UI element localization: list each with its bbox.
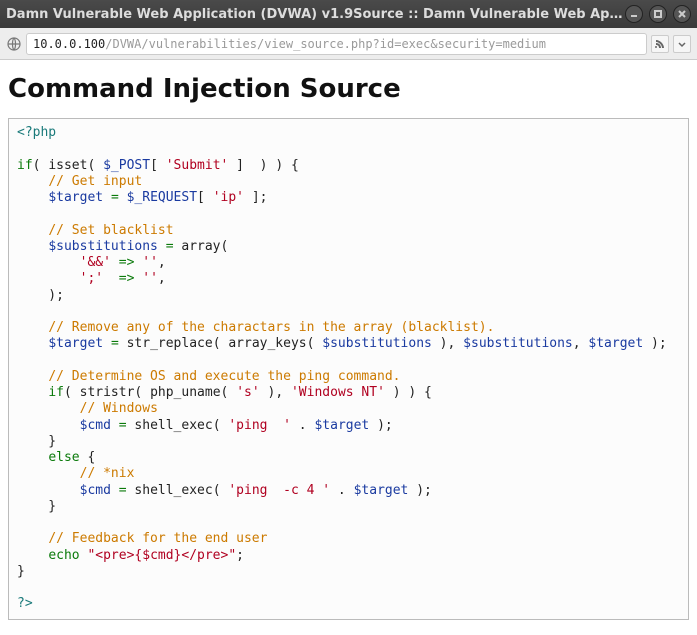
source-code-box: <?php if( isset( $_POST[ 'Submit' ] ) ) … — [8, 118, 689, 620]
var: $target — [48, 190, 103, 205]
var: $target — [314, 418, 369, 433]
comment: // Feedback for the end user — [48, 531, 267, 546]
comment: // Windows — [80, 401, 158, 416]
op: = — [119, 418, 127, 433]
op: = — [166, 239, 174, 254]
close-button[interactable] — [673, 5, 691, 23]
op: = — [111, 336, 119, 351]
fn: stristr — [80, 385, 135, 400]
var: $substitutions — [463, 336, 573, 351]
fn: str_replace — [127, 336, 213, 351]
var: $cmd — [80, 483, 111, 498]
fn: array_keys — [228, 336, 306, 351]
dropdown-icon[interactable] — [673, 35, 691, 53]
var: $substitutions — [322, 336, 432, 351]
window-title: Damn Vulnerable Web Application (DVWA) v… — [6, 7, 625, 22]
comment: // *nix — [80, 466, 135, 481]
str: 'ip' — [213, 190, 244, 205]
str: ';' — [80, 271, 103, 286]
str: '&&' — [80, 255, 111, 270]
str: 'ping ' — [228, 418, 291, 433]
comment: // Get input — [48, 174, 142, 189]
var: $target — [588, 336, 643, 351]
comment: // Set blacklist — [48, 223, 173, 238]
str: 'ping -c 4 ' — [228, 483, 330, 498]
page-title: Command Injection Source — [8, 74, 689, 104]
str: 'Windows NT' — [291, 385, 385, 400]
url-path: /DVWA/vulnerabilities/view_source.php?id… — [105, 37, 546, 51]
str: 'Submit' — [166, 158, 229, 173]
str: '' — [142, 271, 158, 286]
str: "<pre>{$cmd}</pre>" — [87, 548, 236, 563]
address-bar: 10.0.0.100/DVWA/vulnerabilities/view_sou… — [0, 28, 697, 60]
comment: // Determine OS and execute the ping com… — [48, 369, 400, 384]
window-titlebar: Damn Vulnerable Web Application (DVWA) v… — [0, 0, 697, 28]
op: => — [119, 255, 135, 270]
var: $cmd — [80, 418, 111, 433]
kw: echo — [48, 548, 79, 563]
fn: shell_exec — [134, 418, 212, 433]
fn: shell_exec — [134, 483, 212, 498]
page-content: Command Injection Source <?php if( isset… — [0, 60, 697, 635]
var: $substitutions — [48, 239, 158, 254]
var: $target — [48, 336, 103, 351]
fn: array — [181, 239, 220, 254]
comment: // Remove any of the charactars in the a… — [48, 320, 494, 335]
php-open-tag: <?php — [17, 125, 56, 140]
url-host: 10.0.0.100 — [33, 37, 105, 51]
str: '' — [142, 255, 158, 270]
kw: if — [48, 385, 64, 400]
fn: php_uname — [150, 385, 220, 400]
url-input[interactable]: 10.0.0.100/DVWA/vulnerabilities/view_sou… — [26, 33, 647, 55]
fn: isset — [48, 158, 87, 173]
feed-icon[interactable] — [651, 35, 669, 53]
kw: if — [17, 158, 33, 173]
minimize-button[interactable] — [625, 5, 643, 23]
op: = — [111, 190, 119, 205]
op: = — [119, 483, 127, 498]
var: $_POST — [103, 158, 150, 173]
site-identity-icon[interactable] — [6, 36, 22, 52]
php-close-tag: ?> — [17, 596, 33, 611]
kw: else — [48, 450, 79, 465]
str: 's' — [236, 385, 259, 400]
maximize-button[interactable] — [649, 5, 667, 23]
var: $target — [354, 483, 409, 498]
op: => — [119, 271, 135, 286]
var: $_REQUEST — [127, 190, 197, 205]
